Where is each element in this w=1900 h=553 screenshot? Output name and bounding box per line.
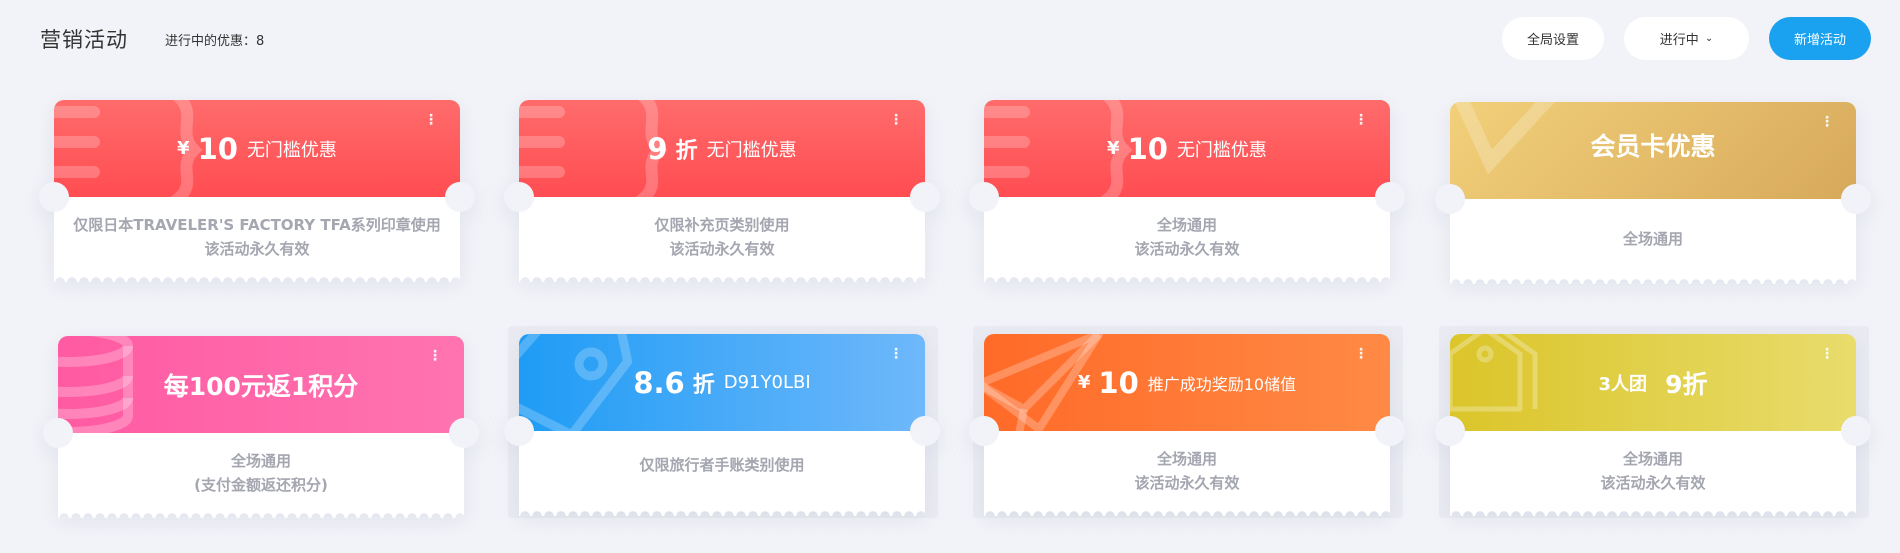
validity-text: 该活动永久有效 bbox=[669, 240, 775, 258]
group-discount: 9折 bbox=[1665, 369, 1708, 399]
promotion-headline: 每100元返1积分 bbox=[163, 371, 359, 401]
validity-text: 该活动永久有效 bbox=[1134, 240, 1240, 258]
top-bar: 营销活动 进行中的优惠：8 全局设置 进行中 ⌄ 新增活动 bbox=[0, 0, 1900, 78]
card-title: ¥ 10 无门槛优惠 bbox=[54, 100, 460, 197]
card-header: 会员卡优惠 ⋮ bbox=[1450, 102, 1856, 199]
card-title: 3人团 9折 bbox=[1450, 334, 1856, 431]
card-body: 全场通用 该活动永久有效 bbox=[1450, 431, 1856, 516]
currency-symbol: ¥ bbox=[1107, 138, 1120, 159]
new-activity-button[interactable]: 新增活动 bbox=[1769, 17, 1871, 60]
card-body: 全场通用 (支付金额返还积分) bbox=[58, 433, 464, 518]
validity-text: 该活动永久有效 bbox=[1134, 474, 1240, 492]
reward-note: (支付金额返还积分) bbox=[194, 476, 328, 494]
ticket-notch bbox=[969, 182, 999, 212]
discount-unit: 折 bbox=[692, 372, 715, 398]
ticket-notch bbox=[1375, 182, 1405, 212]
usage-scope: 全场通用 bbox=[1622, 230, 1683, 248]
ticket-notch bbox=[504, 182, 534, 212]
card-header: 9 折 无门槛优惠 ⋮ bbox=[519, 100, 925, 197]
activity-card[interactable]: 会员卡优惠 ⋮ 全场通用 bbox=[1435, 102, 1871, 284]
card-header: 3人团 9折 ⋮ bbox=[1450, 334, 1856, 431]
ticket-notch bbox=[504, 416, 534, 446]
card-title: 每100元返1积分 bbox=[58, 336, 464, 433]
card-body: 仅限补充页类别使用 该活动永久有效 bbox=[519, 197, 925, 282]
ticket-notch bbox=[910, 182, 940, 212]
discount-amount: 10 bbox=[1127, 131, 1168, 166]
card-body: 全场通用 该活动永久有效 bbox=[984, 431, 1390, 516]
discount-unit: 折 bbox=[675, 138, 698, 164]
card-header: ¥ 10 无门槛优惠 ⋮ bbox=[54, 100, 460, 197]
discount-label: 无门槛优惠 bbox=[246, 139, 337, 161]
activity-card[interactable]: 9 折 无门槛优惠 ⋮ 仅限补充页类别使用 该活动永久有效 bbox=[504, 100, 940, 282]
currency-symbol: ¥ bbox=[1077, 372, 1091, 393]
ticket-notch bbox=[1841, 184, 1871, 214]
validity-text: 该活动永久有效 bbox=[204, 240, 310, 258]
more-options-icon[interactable]: ⋮ bbox=[428, 349, 442, 363]
ticket-notch bbox=[1375, 416, 1405, 446]
currency-symbol: ¥ bbox=[177, 138, 190, 159]
discount-label: 无门槛优惠 bbox=[706, 139, 797, 161]
card-title: 会员卡优惠 bbox=[1450, 102, 1856, 188]
card-title: ¥ 10 推广成功奖励10储值 bbox=[984, 334, 1390, 431]
card-header: ¥ 10 无门槛优惠 ⋮ bbox=[984, 100, 1390, 197]
more-options-icon[interactable]: ⋮ bbox=[1820, 115, 1834, 129]
card-header: 每100元返1积分 ⋮ bbox=[58, 336, 464, 433]
more-options-icon[interactable]: ⋮ bbox=[1820, 347, 1834, 361]
activity-card[interactable]: 3人团 9折 ⋮ 全场通用 该活动永久有效 bbox=[1435, 334, 1871, 516]
status-filter-dropdown[interactable]: 进行中 ⌄ bbox=[1624, 17, 1749, 60]
usage-scope: 全场通用 bbox=[1622, 450, 1683, 468]
group-size: 3人团 bbox=[1598, 373, 1648, 395]
ticket-notch bbox=[1435, 184, 1465, 214]
reward-amount: 10 bbox=[1098, 365, 1139, 400]
page-title: 营销活动 bbox=[40, 28, 128, 52]
ticket-notch bbox=[449, 418, 479, 448]
ticket-notch bbox=[445, 182, 475, 212]
more-options-icon[interactable]: ⋮ bbox=[889, 347, 903, 361]
card-header: ¥ 10 推广成功奖励10储值 ⋮ bbox=[984, 334, 1390, 431]
ticket-notch bbox=[39, 182, 69, 212]
activity-card[interactable]: 8.6 折 D91Y0LBI ⋮ 仅限旅行者手账类别使用 bbox=[504, 334, 940, 516]
card-title: 8.6 折 D91Y0LBI bbox=[519, 334, 925, 431]
usage-scope: 全场通用 bbox=[1156, 216, 1217, 234]
card-title: 9 折 无门槛优惠 bbox=[519, 100, 925, 197]
card-body: 仅限日本TRAVELER'S FACTORY TFA系列印章使用 该活动永久有效 bbox=[54, 197, 460, 282]
usage-scope: 仅限日本TRAVELER'S FACTORY TFA系列印章使用 bbox=[73, 216, 441, 234]
ticket-notch bbox=[43, 418, 73, 448]
more-options-icon[interactable]: ⋮ bbox=[889, 113, 903, 127]
activity-card[interactable]: ¥ 10 无门槛优惠 ⋮ 仅限日本TRAVELER'S FACTORY TFA系… bbox=[39, 100, 475, 282]
discount-amount: 10 bbox=[197, 131, 238, 166]
more-options-icon[interactable]: ⋮ bbox=[1354, 113, 1368, 127]
active-promotions-count: 进行中的优惠：8 bbox=[165, 34, 265, 49]
card-body: 仅限旅行者手账类别使用 bbox=[519, 431, 925, 516]
activity-card[interactable]: ¥ 10 无门槛优惠 ⋮ 全场通用 该活动永久有效 bbox=[969, 100, 1405, 282]
card-body: 全场通用 该活动永久有效 bbox=[984, 197, 1390, 282]
global-settings-button[interactable]: 全局设置 bbox=[1502, 17, 1604, 60]
more-options-icon[interactable]: ⋮ bbox=[1354, 347, 1368, 361]
discount-amount: 8.6 bbox=[633, 365, 685, 400]
chevron-down-icon: ⌄ bbox=[1704, 33, 1714, 44]
ticket-notch bbox=[969, 416, 999, 446]
status-filter-label: 进行中 bbox=[1659, 33, 1699, 48]
promotion-headline: 会员卡优惠 bbox=[1590, 132, 1716, 161]
usage-scope: 全场通用 bbox=[230, 452, 291, 470]
usage-scope: 仅限补充页类别使用 bbox=[654, 216, 790, 234]
usage-scope: 全场通用 bbox=[1156, 450, 1217, 468]
coupon-code: D91Y0LBI bbox=[723, 372, 811, 393]
card-body: 全场通用 bbox=[1450, 199, 1856, 284]
usage-scope: 仅限旅行者手账类别使用 bbox=[639, 456, 805, 474]
validity-text: 该活动永久有效 bbox=[1600, 474, 1706, 492]
ticket-notch bbox=[910, 416, 940, 446]
ticket-notch bbox=[1841, 416, 1871, 446]
activity-card[interactable]: ¥ 10 推广成功奖励10储值 ⋮ 全场通用 该活动永久有效 bbox=[969, 334, 1405, 516]
reward-label: 推广成功奖励10储值 bbox=[1147, 374, 1297, 394]
activity-card[interactable]: 每100元返1积分 ⋮ 全场通用 (支付金额返还积分) bbox=[43, 336, 479, 518]
more-options-icon[interactable]: ⋮ bbox=[424, 113, 438, 127]
discount-amount: 9 bbox=[647, 131, 668, 166]
card-header: 8.6 折 D91Y0LBI ⋮ bbox=[519, 334, 925, 431]
card-title: ¥ 10 无门槛优惠 bbox=[984, 100, 1390, 197]
ticket-notch bbox=[1435, 416, 1465, 446]
discount-label: 无门槛优惠 bbox=[1176, 139, 1267, 161]
